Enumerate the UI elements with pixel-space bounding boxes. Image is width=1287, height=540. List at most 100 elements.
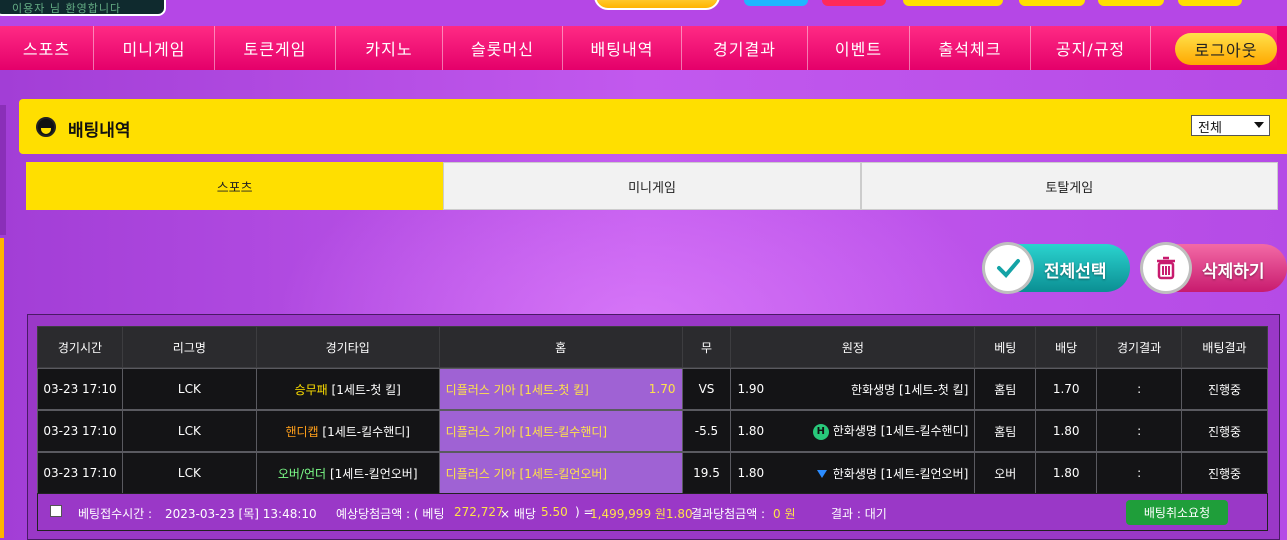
cell-draw[interactable]: -5.5 [681, 410, 732, 452]
home-team: 디플러스 기아 [1세트-킬언오버] [445, 466, 608, 481]
cell-away[interactable]: 1.80 한화생명 [1세트-킬언오버] [730, 452, 976, 494]
result-amount-label: 결과당첨금액 : [691, 507, 766, 521]
nav-tokengame[interactable]: 토큰게임 [215, 26, 336, 70]
tab-sports[interactable]: 스포츠 [26, 162, 444, 210]
away-team: 한화생명 [1세트-킬수핸디] [832, 424, 969, 439]
filter-select[interactable]: 전체 [1191, 115, 1270, 136]
result-amount: 0 원 [773, 507, 796, 521]
top-pill-yellow-3[interactable] [1098, 0, 1164, 6]
expected-amount: 1,499,999 원1.80 [590, 507, 693, 521]
cell-time: 03-23 17:10 [37, 368, 123, 410]
login-hint: 이용자 님 환영합니다 [12, 2, 122, 15]
times-label: × 배당 [500, 507, 536, 521]
type-main: 오버/언더 [277, 466, 327, 481]
cell-time: 03-23 17:10 [37, 452, 123, 494]
select-checkbox[interactable] [50, 505, 62, 517]
nav-edge [1277, 26, 1287, 70]
cell-result: : [1096, 452, 1183, 494]
cell-type: 승무패 [1세트-첫 킬] [255, 368, 440, 410]
check-icon [982, 242, 1034, 294]
top-pill-blue[interactable] [744, 0, 808, 6]
top-pill-yellow-2[interactable] [1019, 0, 1085, 6]
nav-attendance[interactable]: 출석체크 [910, 26, 1031, 70]
col-away: 원정 [730, 326, 976, 368]
cell-home[interactable]: 디플러스 기아 [1세트-킬언오버] [438, 452, 683, 494]
home-odds: 1.70 [648, 382, 676, 396]
nav-results[interactable]: 경기결과 [682, 26, 808, 70]
type-main: 승무패 [294, 382, 328, 397]
cell-home[interactable]: 디플러스 기아 [1세트-첫 킬] 1.70 [438, 368, 683, 410]
cell-league: LCK [121, 410, 257, 452]
chevron-down-icon [1254, 122, 1264, 128]
home-team: 디플러스 기아 [1세트-첫 킬] [445, 382, 589, 397]
top-pill-yellow-1[interactable] [903, 0, 1003, 6]
tab-minigame[interactable]: 미니게임 [443, 162, 861, 210]
col-result: 경기결과 [1096, 326, 1183, 368]
cell-result: : [1096, 368, 1183, 410]
nav-slot[interactable]: 슬롯머신 [443, 26, 563, 70]
bet-time-label: 베팅접수시간 : [78, 507, 153, 521]
cell-bet: 홈팀 [974, 410, 1037, 452]
away-team: 한화생명 [1세트-킬언오버] [832, 466, 969, 481]
nav-minigame[interactable]: 미니게임 [94, 26, 215, 70]
select-all-button[interactable]: 전체선택 [982, 242, 1130, 294]
delete-button[interactable]: 삭제하기 [1140, 242, 1287, 294]
cell-result: : [1096, 410, 1183, 452]
top-pill-yellow-4[interactable] [1178, 0, 1242, 6]
panel-header [19, 99, 1287, 154]
bet-table: 경기시간 리그명 경기타입 홈 무 원정 베팅 배당 경기결과 배팅결과 03-… [37, 326, 1268, 494]
cell-away[interactable]: 1.90 한화생명 [1세트-첫 킬] [730, 368, 976, 410]
cell-bet: 홈팀 [974, 368, 1037, 410]
cell-type: 핸디캡 [1세트-킬수핸디] [255, 410, 440, 452]
type-sub: [1세트-킬언오버] [329, 466, 418, 481]
nav-event[interactable]: 이벤트 [808, 26, 910, 70]
away-team: 한화생명 [1세트-첫 킬] [851, 382, 969, 397]
main-nav: 스포츠 미니게임 토큰게임 카지노 슬롯머신 배팅내역 경기결과 이벤트 출석체… [0, 26, 1287, 70]
home-team: 디플러스 기아 [1세트-킬수핸디] [445, 424, 608, 439]
cell-bet-result: 진행중 [1181, 368, 1268, 410]
logout-button[interactable]: 로그아웃 [1175, 33, 1277, 65]
table-row: 03-23 17:10 LCK 승무패 [1세트-첫 킬] 디플러스 기아 [1… [37, 368, 1268, 410]
total-rate: 5.50 [541, 505, 568, 519]
nav-bet-history[interactable]: 배팅내역 [563, 26, 682, 70]
nav-notice[interactable]: 공지/규정 [1031, 26, 1151, 70]
away-odds: 1.80 [737, 466, 765, 480]
col-home: 홈 [438, 326, 683, 368]
cell-rate: 1.80 [1035, 410, 1098, 452]
col-time: 경기시간 [37, 326, 123, 368]
col-league: 리그명 [121, 326, 257, 368]
cell-rate: 1.80 [1035, 452, 1098, 494]
type-sub: [1세트-킬수핸디] [322, 424, 410, 439]
nav-casino[interactable]: 카지노 [336, 26, 443, 70]
page-title: 배팅내역 [68, 121, 131, 141]
cell-away[interactable]: 1.80 H 한화생명 [1세트-킬수핸디] [730, 410, 976, 452]
cell-league: LCK [121, 368, 257, 410]
away-odds: 1.90 [737, 382, 765, 396]
filter-select-value: 전체 [1198, 121, 1222, 136]
result-status: 결과 : 대기 [831, 507, 887, 521]
cancel-bet-button[interactable]: 배팅취소요청 [1126, 500, 1228, 525]
cell-draw[interactable]: 19.5 [681, 452, 732, 494]
col-bet: 베팅 [974, 326, 1037, 368]
col-type: 경기타입 [255, 326, 440, 368]
nav-sports[interactable]: 스포츠 [0, 26, 94, 70]
cell-home[interactable]: 디플러스 기아 [1세트-킬수핸디] [438, 410, 683, 452]
stake-amount: 272,727 [454, 505, 504, 519]
left-sidebar-edge [0, 105, 6, 235]
cell-bet-result: 진행중 [1181, 452, 1268, 494]
login-welcome-box: 이용자 님 환영합니다 [0, 0, 166, 16]
tab-total[interactable]: 토탈게임 [860, 162, 1278, 210]
handicap-icon: H [812, 423, 829, 440]
top-strip: 이용자 님 환영합니다 [0, 0, 1287, 24]
site-logo[interactable] [594, 0, 720, 10]
cell-bet: 오버 [974, 452, 1037, 494]
cell-league: LCK [121, 452, 257, 494]
bet-history-icon [36, 117, 56, 137]
left-sidebar-edge-yellow [0, 238, 4, 538]
table-header-row: 경기시간 리그명 경기타입 홈 무 원정 베팅 배당 경기결과 배팅결과 [37, 326, 1268, 368]
bet-summary: 베팅접수시간 : 2023-03-23 [목] 13:48:10 예상당첨금액 … [37, 493, 1268, 531]
cell-draw[interactable]: VS [681, 368, 732, 410]
expected-label: 예상당첨금액 : ( 베팅 [336, 507, 445, 521]
bet-time: 2023-03-23 [목] 13:48:10 [165, 507, 317, 521]
top-pill-red[interactable] [822, 0, 886, 6]
